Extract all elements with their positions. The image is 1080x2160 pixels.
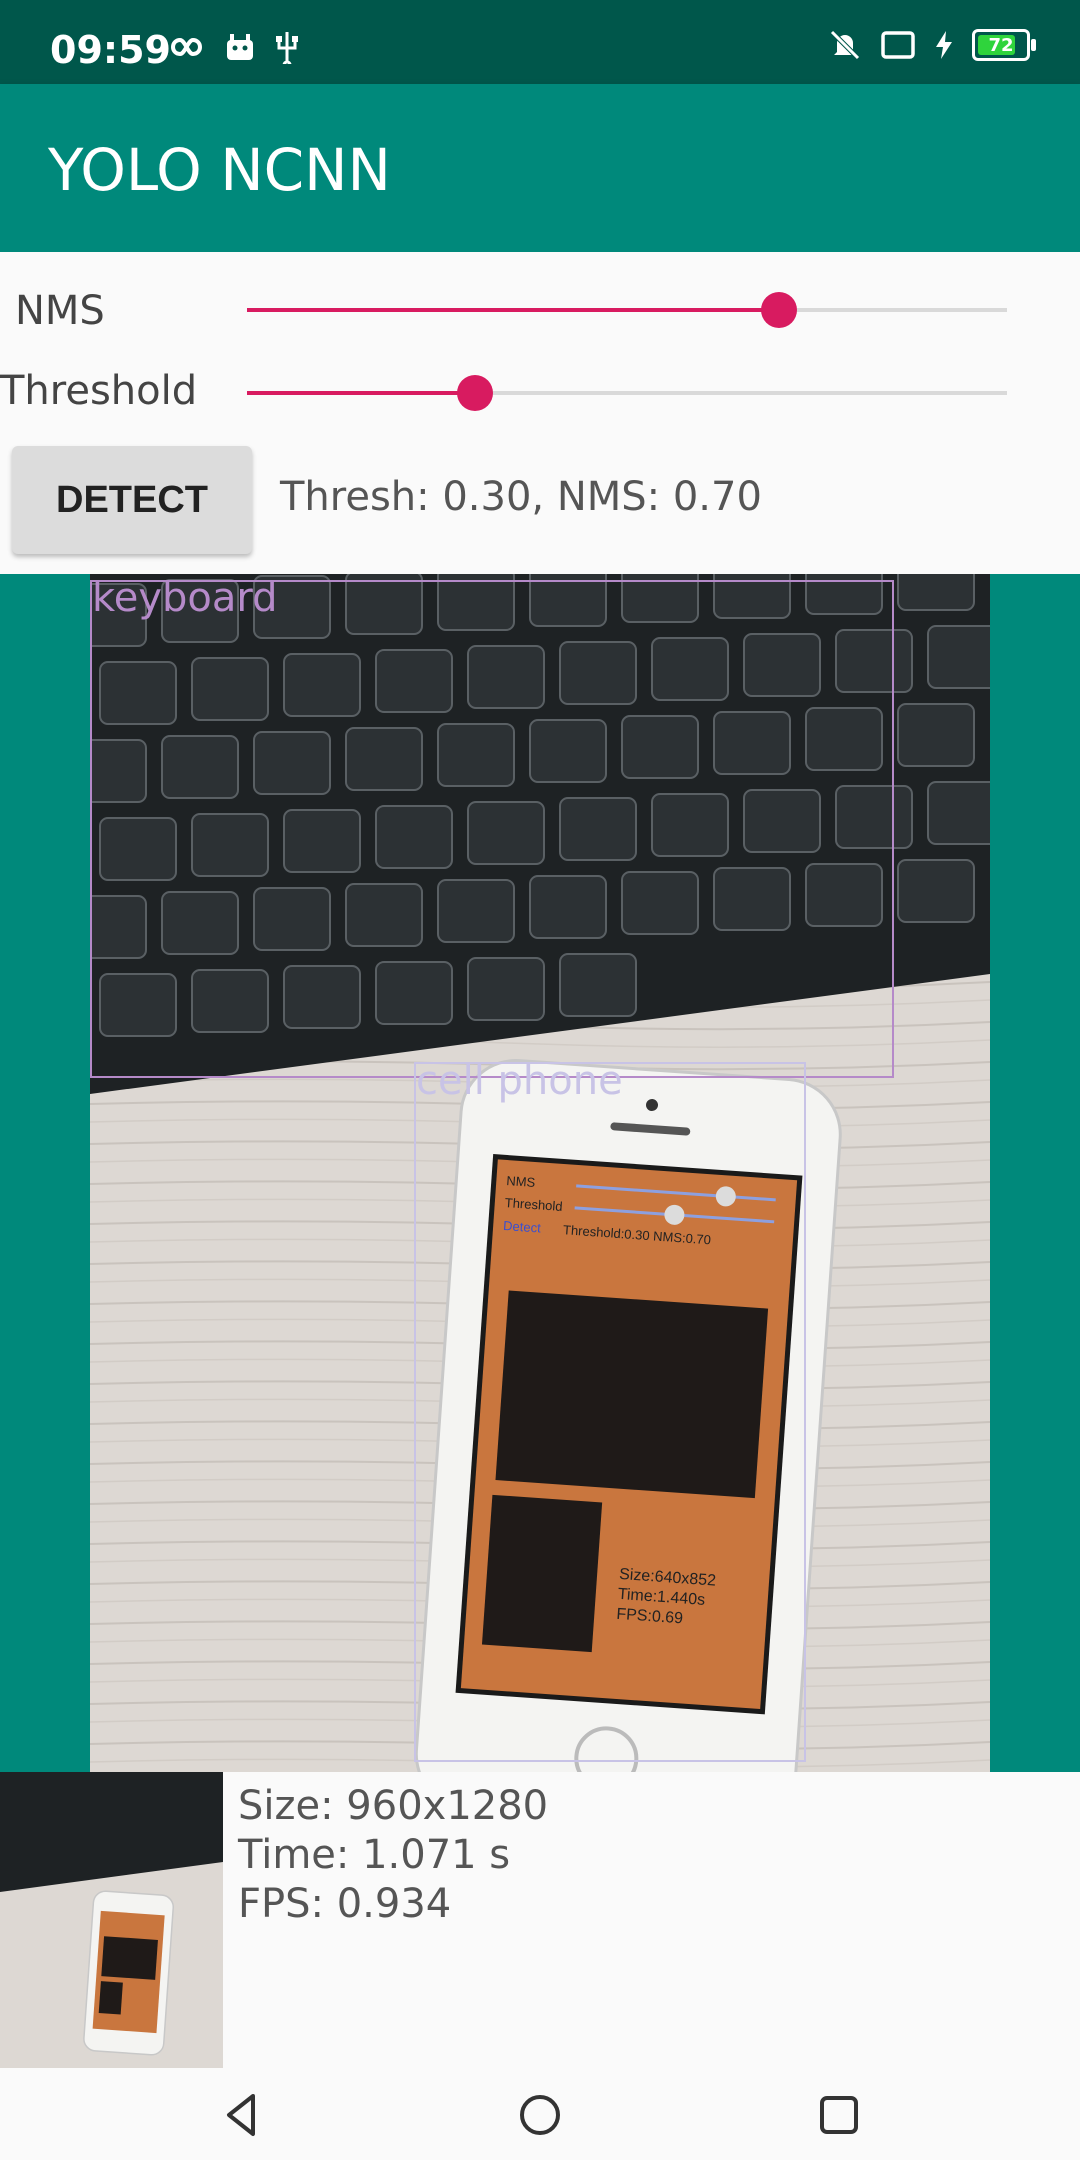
charging-icon: [936, 31, 952, 59]
battery-level: 72: [988, 34, 1014, 56]
thumbnail-photo: [0, 1772, 223, 2068]
threshold-slider[interactable]: [247, 373, 1007, 413]
nms-label: NMS: [15, 288, 105, 334]
threshold-label: Threshold: [0, 368, 198, 414]
usb-icon: [276, 32, 298, 64]
detect-button[interactable]: DETECT: [12, 446, 252, 554]
status-bar: 09:59 72: [0, 0, 1080, 84]
recents-icon[interactable]: [812, 2088, 866, 2142]
result-panel: Size: 960x1280 Time: 1.071 s FPS: 0.934: [0, 1772, 1080, 2070]
home-icon[interactable]: [513, 2088, 567, 2142]
infinity-icon: [170, 37, 203, 57]
back-icon[interactable]: [215, 2088, 269, 2142]
status-left-icons: [162, 30, 300, 64]
params-text: Thresh: 0.30, NMS: 0.70: [280, 474, 762, 520]
battery-icon: 72: [972, 29, 1036, 61]
nms-slider[interactable]: [247, 290, 1007, 330]
source-thumbnail[interactable]: [0, 1772, 223, 2068]
stat-time: Time: 1.071 s: [238, 1832, 511, 1878]
nms-slider-thumb[interactable]: [761, 292, 797, 328]
threshold-slider-fill: [247, 391, 475, 395]
cell-phone-bbox-label: cell phone: [416, 1058, 623, 1104]
app-title: YOLO NCNN: [48, 136, 391, 204]
stat-size: Size: 960x1280: [238, 1783, 549, 1829]
nms-slider-fill: [247, 308, 779, 312]
stats-block: Size: 960x1280 Time: 1.071 s FPS: 0.934: [238, 1782, 548, 1929]
status-time: 09:59: [50, 28, 171, 72]
threshold-slider-thumb[interactable]: [457, 375, 493, 411]
keyboard-bbox-label: keyboard: [92, 575, 278, 621]
app-bar: YOLO NCNN: [0, 84, 1080, 252]
stat-fps: FPS: 0.934: [238, 1881, 452, 1927]
keyboard-bbox: [90, 580, 894, 1078]
navigation-bar: [0, 2070, 1080, 2160]
mute-icon: [830, 30, 860, 60]
cell-phone-bbox: [414, 1062, 806, 1762]
status-right-icons: 72: [828, 28, 1036, 62]
android-icon: [227, 34, 253, 60]
cast-icon: [881, 31, 915, 59]
